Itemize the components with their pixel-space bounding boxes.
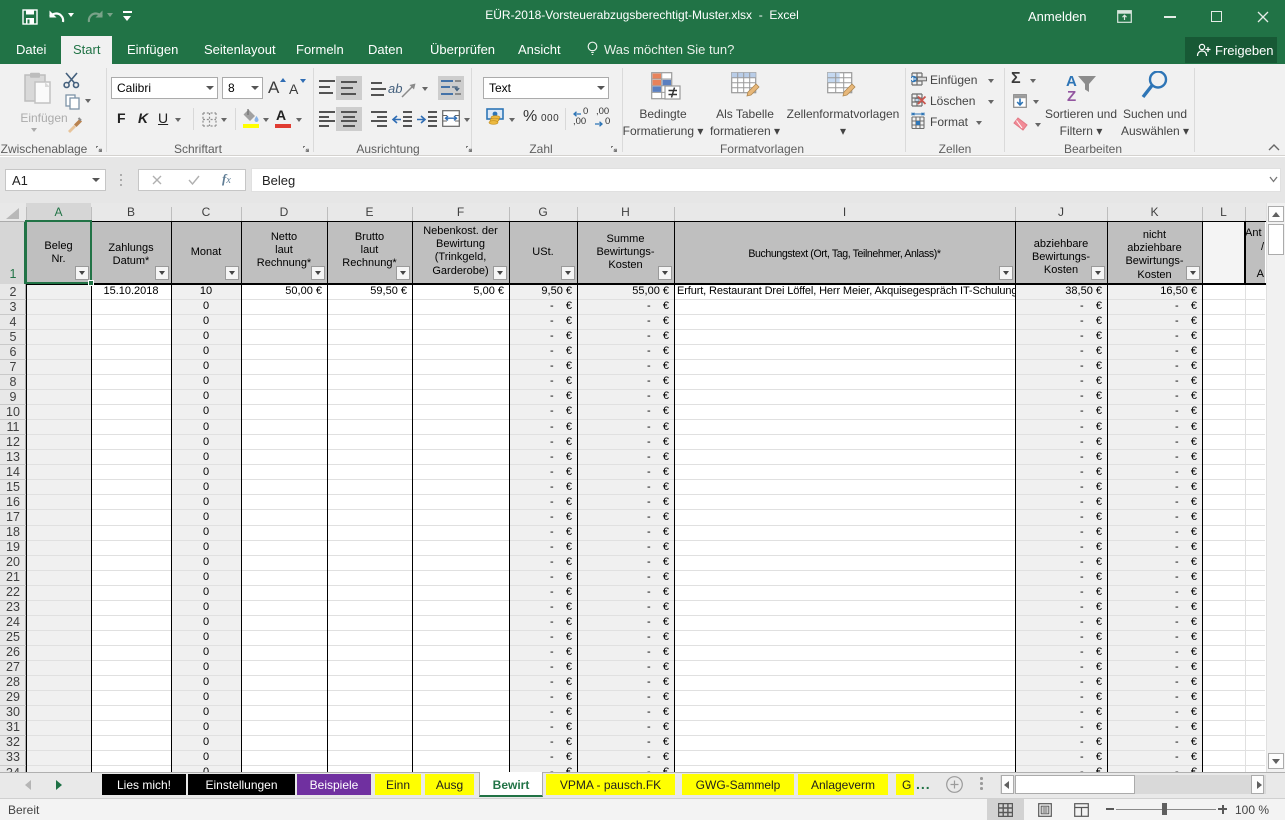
- svg-text:Z: Z: [1067, 88, 1076, 103]
